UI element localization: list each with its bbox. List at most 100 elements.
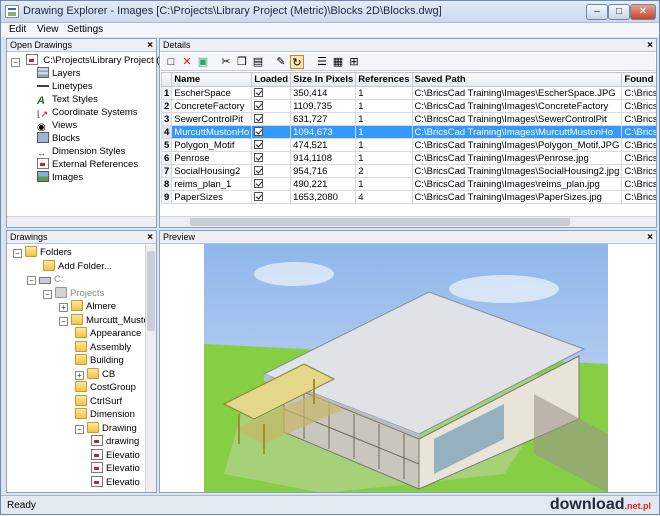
cell-loaded (251, 138, 292, 152)
table-row[interactable]: 1 EscherSpace 350,414 1 C:\BricsCad Training… (160, 86, 656, 100)
cell-name: PaperSizes (171, 190, 253, 204)
grid-view-icon[interactable]: ▦ (331, 55, 345, 69)
copy-icon[interactable]: ❐ (235, 55, 249, 69)
collapse-icon[interactable]: − (27, 276, 36, 285)
table-row[interactable]: 6 Penrose 914,1108 1 C:\BricsCad Training\Im… (160, 151, 656, 165)
loaded-checkbox[interactable] (254, 87, 264, 97)
collapse-icon[interactable]: − (59, 316, 68, 326)
cell-name: SewerControlPit (171, 112, 253, 126)
close-icon[interactable]: × (147, 231, 153, 244)
tree-item-blocks[interactable]: Blocks (37, 132, 80, 145)
tree-item[interactable]: Add Folder... (43, 259, 112, 273)
tree-item-coordinate-systems[interactable]: ⌊↗ Coordinate Systems (37, 106, 138, 119)
tree-item-images[interactable]: Images (37, 171, 83, 184)
column-header-loaded[interactable]: Loaded (251, 72, 292, 87)
cell-size: 1094,673 (290, 125, 357, 139)
loaded-checkbox[interactable] (254, 152, 264, 162)
tree-item-external-references[interactable]: External References (37, 158, 138, 171)
tree-item-text-styles[interactable]: A Text Styles (37, 93, 98, 107)
table-row[interactable]: 4 MurcuttMustonHo 1094,673 1 C:\BricsCad Tra… (160, 125, 656, 139)
tree-item[interactable]: Elevatio (91, 448, 140, 462)
list-view-icon[interactable]: ☰ (315, 55, 329, 69)
scrollbar-thumb[interactable] (147, 251, 155, 331)
tree-item[interactable]: − Projects (43, 286, 105, 300)
reload-icon[interactable]: ↻ (290, 55, 304, 69)
new-icon[interactable]: □ (164, 55, 178, 69)
table-row[interactable]: 3 SewerControlPit 631,727 1 C:\BricsCad Trai… (160, 112, 656, 126)
table-row[interactable]: 7 SocialHousing2 954,716 2 C:\BricsCad Train… (160, 164, 656, 178)
tree-item-label: CB (102, 368, 116, 380)
table-row[interactable]: 2 ConcreteFactory 1109,735 1 C:\BricsCad Tra… (160, 99, 656, 113)
collapse-icon[interactable]: − (43, 289, 52, 299)
tree-item[interactable]: − C: (27, 273, 64, 286)
cell-found-path: C:\BricsCad Training\ (621, 138, 656, 152)
drawing-file-icon (91, 462, 103, 473)
horizontal-scrollbar[interactable] (7, 216, 156, 227)
tree-item[interactable]: − Folders (13, 246, 72, 259)
collapse-icon[interactable]: − (11, 58, 20, 67)
table-row[interactable]: 9 PaperSizes 1653,2080 4 C:\BricsCad Trainin… (160, 190, 656, 204)
column-header-found-path[interactable]: Found Path (621, 72, 656, 87)
column-header-saved-path[interactable]: Saved Path (411, 72, 623, 87)
tree-item[interactable]: CostGroup (75, 381, 136, 394)
watermark-brand: download (549, 496, 625, 513)
tree-item-dimension-styles[interactable]: ↔ Dimension Styles (37, 145, 125, 158)
minimize-button[interactable]: – (586, 4, 608, 20)
tree-root[interactable]: − C:\Projects\Library Project (M (11, 54, 167, 67)
loaded-checkbox[interactable] (254, 139, 264, 149)
tree-item[interactable]: CtrlSurf (75, 394, 122, 408)
cell-name: reims_plan_1 (171, 177, 253, 191)
tree-item-layers[interactable]: Layers (37, 67, 81, 80)
tree-item[interactable]: − Murcutt_Musto (59, 313, 149, 327)
cell-found-path: C:\BricsCad Training\ (621, 112, 656, 126)
tree-item[interactable]: Assembly (75, 340, 131, 354)
table-row[interactable]: 5 Polygon_Motif 474,521 1 C:\BricsCad Traini… (160, 138, 656, 152)
tree-item-label: Projects (70, 287, 105, 299)
tree-view-icon[interactable]: ⊞ (347, 55, 361, 69)
cell-references: 1 (355, 125, 413, 139)
menu-settings[interactable]: Settings (67, 23, 103, 37)
delete-icon[interactable]: ✕ (180, 55, 194, 69)
scrollbar-thumb[interactable] (190, 218, 570, 226)
tree-item[interactable]: Elevatio (91, 462, 140, 475)
loaded-checkbox[interactable] (254, 113, 264, 123)
tree-item[interactable]: Elevatio (91, 475, 140, 489)
expand-icon[interactable]: + (75, 370, 84, 380)
collapse-icon[interactable]: − (75, 424, 84, 434)
column-header-references[interactable]: References (355, 72, 413, 87)
tree-item[interactable]: Dimension (75, 408, 135, 421)
tree-item-views[interactable]: ◉ Views (37, 119, 77, 133)
loaded-checkbox[interactable] (254, 165, 264, 175)
loaded-checkbox[interactable] (254, 100, 264, 110)
cut-icon[interactable]: ✂ (219, 55, 233, 69)
column-header[interactable] (160, 72, 173, 87)
column-header-name[interactable]: Name (171, 72, 253, 87)
tree-item-linetypes[interactable]: Linetypes (37, 80, 93, 93)
paste-icon[interactable]: ▤ (251, 55, 265, 69)
horizontal-scrollbar[interactable] (160, 216, 656, 227)
tree-item[interactable]: − Drawing (75, 421, 137, 435)
close-icon[interactable]: × (147, 39, 153, 52)
vertical-scrollbar[interactable] (145, 245, 156, 492)
close-icon[interactable]: × (647, 231, 653, 244)
column-header-size[interactable]: Size In Pixels (290, 72, 357, 87)
menu-view[interactable]: View (37, 23, 59, 37)
tree-item-label: Appearance (90, 328, 142, 339)
tree-item[interactable]: + Almere (59, 300, 116, 313)
menu-edit[interactable]: Edit (9, 23, 26, 37)
edit-icon[interactable]: ✎ (274, 55, 288, 69)
maximize-button[interactable]: □ (608, 4, 630, 20)
loaded-checkbox[interactable] (254, 191, 264, 201)
tree-item[interactable]: Appearance (75, 327, 141, 340)
close-icon[interactable]: × (647, 39, 653, 52)
loaded-checkbox[interactable] (254, 178, 264, 188)
loaded-checkbox[interactable] (254, 126, 264, 136)
attach-image-icon[interactable]: ▣ (196, 55, 210, 69)
expand-icon[interactable]: + (59, 303, 68, 312)
tree-item[interactable]: drawing (91, 435, 139, 448)
collapse-icon[interactable]: − (13, 249, 22, 258)
table-row[interactable]: 8 reims_plan_1 490,221 1 C:\BricsCad Trainin… (160, 177, 656, 191)
close-button[interactable]: ✕ (630, 4, 656, 20)
tree-item[interactable]: + CB (75, 367, 116, 381)
tree-item[interactable]: Building (75, 354, 124, 367)
